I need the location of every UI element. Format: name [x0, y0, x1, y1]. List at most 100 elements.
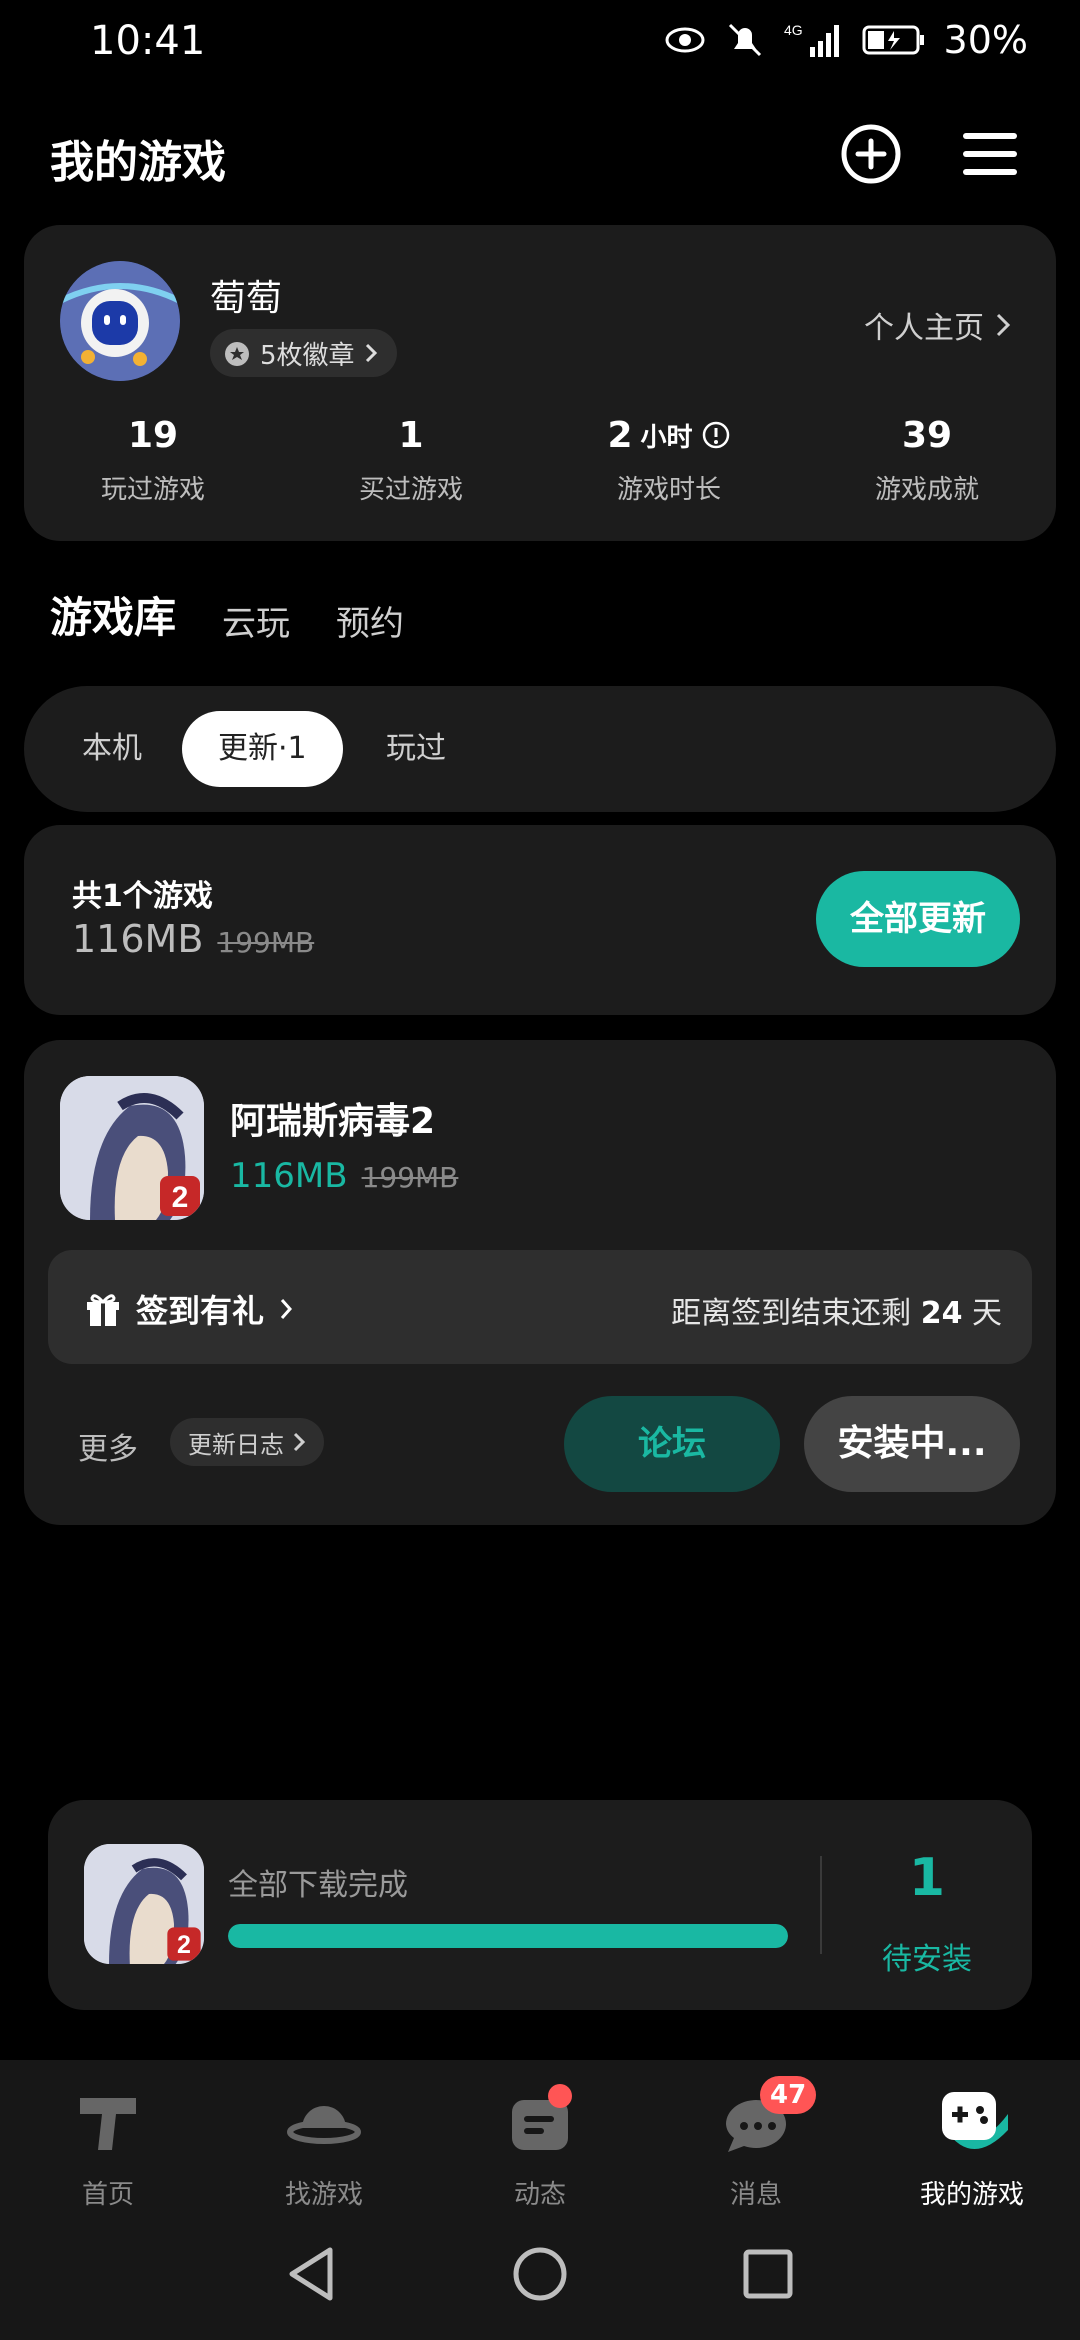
chevron-right-icon	[996, 313, 1011, 337]
tab-library[interactable]: 游戏库	[45, 584, 181, 653]
profile-card: 萄萄 5枚徽章 个人主页 19 玩过游戏 1 买过游戏 2 小时 游戏时长 39…	[24, 225, 1056, 541]
badges-button[interactable]: 5枚徽章	[210, 329, 397, 377]
stat-value: 39	[901, 414, 953, 456]
nav-label: 找游戏	[284, 2180, 363, 2210]
avatar[interactable]	[60, 261, 180, 381]
notification-dot	[548, 2084, 572, 2108]
filter-local[interactable]: 本机	[46, 711, 178, 787]
signin-remaining-prefix: 距离签到结束还剩	[671, 1296, 921, 1331]
game-count: 共1个游戏	[72, 879, 213, 914]
stat-bought[interactable]: 1 买过游戏	[282, 411, 540, 506]
status-bar: 10:41 4G 30%	[0, 0, 1080, 90]
nav-messages[interactable]: 47 消息	[656, 2076, 856, 2211]
gamepad-icon	[942, 2092, 1008, 2149]
svg-text:4G: 4G	[784, 22, 803, 38]
signin-remaining: 距离签到结束还剩 24 天	[671, 1288, 1002, 1332]
stat-label: 游戏时长	[616, 475, 721, 505]
game-update-size: 116MB	[230, 1156, 348, 1196]
signal-icon: 4G	[784, 22, 839, 57]
tab-reservation[interactable]: 预约	[336, 596, 404, 645]
mute-bell-icon	[728, 23, 761, 57]
status-time: 10:41	[90, 18, 206, 64]
gift-icon	[87, 1294, 119, 1326]
stat-value: 19	[127, 414, 179, 456]
stat-label: 买过游戏	[358, 475, 463, 505]
nav-my-games[interactable]: 我的游戏	[872, 2084, 1072, 2211]
stat-value: 2	[607, 414, 633, 456]
update-all-button[interactable]: 全部更新	[816, 871, 1020, 967]
nav-feed[interactable]: 动态	[440, 2084, 640, 2211]
nav-label: 首页	[81, 2180, 134, 2210]
filter-played[interactable]: 玩过	[350, 711, 482, 787]
game-size: 116MB 199MB	[230, 1156, 458, 1196]
recents-icon[interactable]	[738, 2244, 798, 2304]
avatar-robot-icon	[60, 261, 180, 381]
nav-label: 动态	[513, 2180, 566, 2210]
signin-bar[interactable]: 签到有礼 距离签到结束还剩 24 天	[48, 1250, 1032, 1364]
nav-label: 我的游戏	[919, 2180, 1024, 2210]
installing-button[interactable]: 安装中...	[804, 1396, 1020, 1492]
tab-cloud[interactable]: 云玩	[222, 596, 290, 645]
game-name: 阿瑞斯病毒2	[230, 1101, 436, 1142]
game-art-icon: 2	[84, 1844, 204, 1964]
changelog-label: 更新日志	[188, 1430, 284, 1459]
game-original-size: 199MB	[361, 1161, 459, 1194]
download-status-card[interactable]: 2 全部下载完成 1 待安装	[48, 1800, 1032, 2010]
homepage-link[interactable]: 个人主页	[864, 303, 1012, 347]
pending-install-label: 待安装	[882, 1942, 972, 1977]
menu-button[interactable]	[962, 130, 1018, 178]
stat-label: 游戏成就	[874, 475, 979, 505]
signin-remaining-days: 24	[920, 1296, 963, 1331]
nav-label: 消息	[729, 2180, 782, 2210]
original-size: 199MB	[217, 926, 315, 959]
game-art-icon: 2	[60, 1076, 204, 1220]
stat-unit: 小时	[640, 422, 693, 453]
filter-updates[interactable]: 更新·1	[182, 711, 343, 787]
forum-button[interactable]: 论坛	[564, 1396, 780, 1492]
info-icon[interactable]	[701, 420, 731, 450]
nav-home[interactable]: 首页	[8, 2084, 208, 2211]
game-icon[interactable]: 2	[60, 1076, 204, 1220]
username: 萄萄	[210, 278, 283, 319]
download-progress-bar	[228, 1924, 788, 1948]
home-circle-icon[interactable]	[510, 2244, 570, 2304]
pending-install-count: 1	[908, 1848, 946, 1908]
section-tabs: 游戏库 云玩 预约	[45, 584, 404, 653]
stat-achievements[interactable]: 39 游戏成就	[798, 411, 1056, 506]
game-card: 2 阿瑞斯病毒2 116MB 199MB 签到有礼 距离签到结束还剩 24 天 更…	[24, 1040, 1056, 1525]
download-status-text: 全部下载完成	[228, 1868, 408, 1903]
svg-text:2: 2	[177, 1931, 191, 1959]
chevron-right-icon	[280, 1299, 293, 1319]
planet-icon	[287, 2106, 361, 2144]
medal-icon	[225, 342, 249, 366]
stat-playtime[interactable]: 2 小时 游戏时长	[540, 411, 798, 506]
back-icon[interactable]	[282, 2244, 342, 2304]
system-nav-bar	[0, 2240, 1080, 2320]
svg-text:2: 2	[172, 1181, 189, 1214]
page-title: 我的游戏	[50, 137, 226, 188]
battery-icon	[862, 25, 924, 55]
home-icon	[80, 2098, 136, 2150]
homepage-label: 个人主页	[864, 311, 984, 346]
stat-value: 1	[398, 414, 424, 456]
filter-bar: 本机 更新·1 玩过	[24, 686, 1056, 812]
badges-label: 5枚徽章	[260, 340, 355, 371]
signin-label: 签到有礼	[136, 1292, 265, 1330]
chevron-right-icon	[293, 1432, 306, 1452]
update-size: 116MB	[72, 917, 204, 961]
nav-discover[interactable]: 找游戏	[224, 2084, 424, 2211]
battery-percent: 30%	[943, 18, 1028, 62]
signin-remaining-suffix: 天	[962, 1296, 1002, 1331]
more-label[interactable]: 更多	[78, 1424, 138, 1468]
eye-icon	[665, 27, 705, 53]
total-size: 116MB 199MB	[72, 917, 314, 961]
stat-label: 玩过游戏	[100, 475, 205, 505]
add-game-button[interactable]	[840, 123, 902, 185]
changelog-button[interactable]: 更新日志	[170, 1418, 324, 1466]
message-count-badge: 47	[760, 2076, 817, 2114]
profile-stats: 19 玩过游戏 1 买过游戏 2 小时 游戏时长 39 游戏成就	[24, 411, 1056, 506]
chevron-right-icon	[365, 343, 377, 363]
app-header: 我的游戏	[0, 120, 1080, 190]
update-summary-card: 共1个游戏 116MB 199MB 全部更新	[24, 825, 1056, 1015]
stat-played[interactable]: 19 玩过游戏	[24, 411, 282, 506]
